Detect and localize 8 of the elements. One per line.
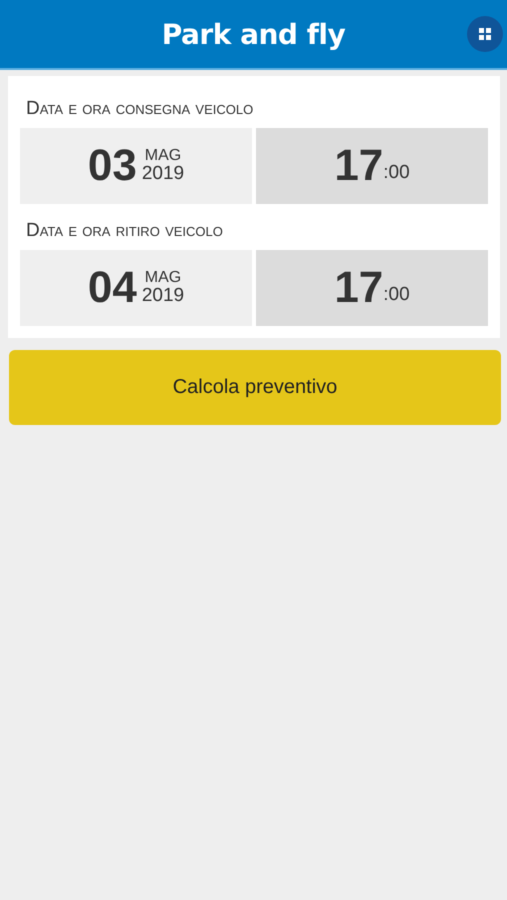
time-picker[interactable]: 17:00 xyxy=(256,128,488,204)
section-label: Data e ora ritiro veicolo xyxy=(26,220,224,242)
app-title: Park and fly xyxy=(162,18,346,50)
menu-button[interactable] xyxy=(467,16,503,52)
calculate-button[interactable]: Calcola preventivo xyxy=(9,350,501,425)
time-picker[interactable]: 17:00 xyxy=(256,250,488,326)
section-label: Data e ora consegna veicolo xyxy=(26,98,254,120)
grid-icon xyxy=(478,27,492,41)
